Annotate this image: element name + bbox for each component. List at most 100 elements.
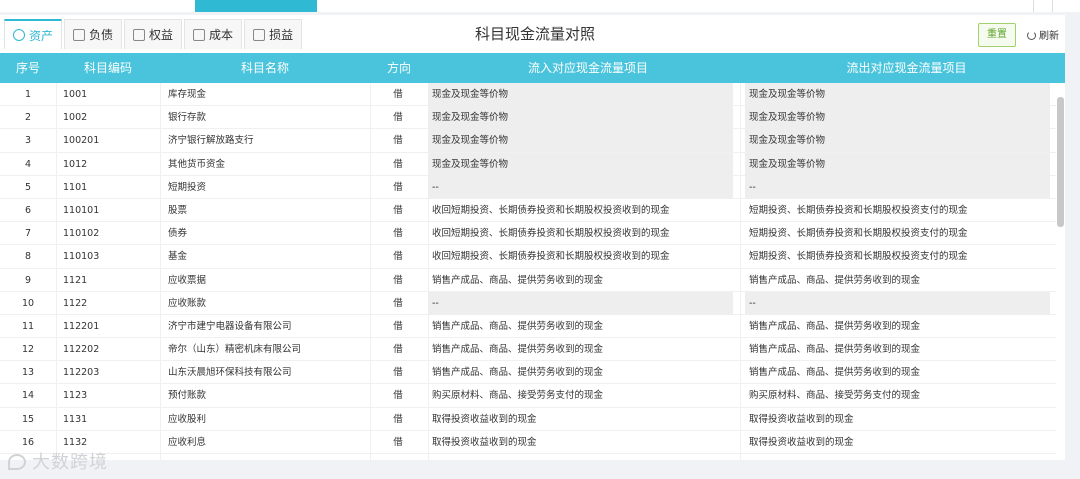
reset-button[interactable]: 重置 bbox=[978, 23, 1016, 47]
cell-outflow[interactable]: 销售产成品、商品、提供劳务收到的现金 bbox=[745, 338, 1050, 361]
vertical-scrollbar[interactable] bbox=[1057, 97, 1064, 227]
cell-inflow[interactable]: -- bbox=[428, 175, 733, 199]
cell-direction: 借 bbox=[393, 251, 403, 263]
cell-outflow[interactable]: 取得投资收益收到的现金 bbox=[745, 408, 1050, 431]
cell-name: 预付账款 bbox=[168, 390, 207, 402]
header-outflow: 流出对应现金流量项目 bbox=[846, 61, 967, 75]
watermark: 大数跨境 bbox=[8, 448, 108, 474]
cell-name: 股票 bbox=[168, 204, 188, 216]
cell-no: 14 bbox=[21, 390, 35, 402]
table-row[interactable]: 9 1121 应收票据 借 销售产成品、商品、提供劳务收到的现金 销售产成品、商品、提供劳… bbox=[0, 269, 1056, 292]
cell-inflow[interactable]: 购买原材料、商品、接受劳务支付的现金 bbox=[428, 384, 733, 407]
cell-inflow[interactable]: 销售产成品、商品、提供劳务收到的现金 bbox=[428, 269, 733, 292]
profit-icon bbox=[253, 28, 266, 41]
tab-2[interactable]: 权益 bbox=[124, 19, 183, 49]
tab-label: 资产 bbox=[29, 28, 54, 43]
cell-outflow[interactable]: 销售产成品、商品、提供劳务收到的现金 bbox=[745, 315, 1050, 338]
cell-name: 帝尔（山东）精密机床有限公司 bbox=[168, 344, 302, 356]
cell-inflow[interactable]: 收回短期投资、长期债券投资和长期股权投资收到的现金 bbox=[428, 222, 733, 245]
cell-inflow[interactable]: 现金及现金等价物 bbox=[428, 129, 733, 153]
user-icon bbox=[133, 28, 146, 41]
table-row[interactable]: 14 1123 预付账款 借 购买原材料、商品、接受劳务支付的现金 购买原材料、商品、接受… bbox=[0, 384, 1056, 408]
cell-outflow[interactable]: 取得投资收益收到的现金 bbox=[745, 431, 1050, 454]
cell-outflow[interactable]: -- bbox=[745, 175, 1050, 199]
cell-inflow[interactable]: 销售产成品、商品、提供劳务收到的现金 bbox=[428, 361, 733, 384]
tab-label: 成本 bbox=[209, 28, 234, 42]
cell-inflow[interactable]: 销售产成品、商品、提供劳务收到的现金 bbox=[428, 315, 733, 338]
cell-no: 1 bbox=[24, 89, 32, 100]
cell-outflow[interactable]: 短期投资、长期债券投资和长期股权投资支付的现金 bbox=[745, 222, 1050, 245]
cell-inflow[interactable]: 销售产成品、商品、提供劳务收到的现金 bbox=[428, 338, 733, 361]
category-tabs: 资产 负债 权益 成本 损益 bbox=[4, 19, 304, 49]
table-row[interactable]: 7 110102 债券 借 收回短期投资、长期债券投资和长期股权投资收到的现金 短期投资、… bbox=[0, 222, 1056, 246]
cell-direction: 借 bbox=[393, 413, 403, 425]
cell-code: 110101 bbox=[63, 204, 100, 216]
cell-direction: 借 bbox=[393, 390, 403, 402]
cell-code: 1131 bbox=[63, 413, 88, 425]
cell-outflow[interactable]: -- bbox=[745, 291, 1050, 315]
cell-outflow[interactable]: 销售产成品、商品、提供劳务收到的现金 bbox=[745, 361, 1050, 384]
cell-no: 4 bbox=[24, 158, 32, 170]
cell-name: 债券 bbox=[168, 228, 188, 240]
cell-outflow[interactable]: 购买原材料、商品、接受劳务支付的现金 bbox=[745, 384, 1050, 407]
header-direction: 方向 bbox=[386, 61, 411, 75]
header-no: 序号 bbox=[15, 61, 40, 75]
table-row[interactable]: 8 110103 基金 借 收回短期投资、长期债券投资和长期股权投资收到的现金 短期投资、… bbox=[0, 245, 1056, 269]
cell-code: 112202 bbox=[63, 344, 100, 356]
page-title: 科目现金流量对照 bbox=[474, 25, 595, 43]
cell-inflow[interactable]: 取得投资收益收到的现金 bbox=[428, 431, 733, 454]
cell-no: 9 bbox=[24, 274, 32, 286]
table-row[interactable]: 5 1101 短期投资 借 -- -- bbox=[0, 175, 1056, 199]
cell-outflow[interactable]: 现金及现金等价物 bbox=[745, 83, 1050, 106]
asset-icon bbox=[13, 29, 25, 41]
tab-0[interactable]: 资产 bbox=[4, 19, 63, 49]
tab-1[interactable]: 负债 bbox=[64, 19, 123, 49]
table-row[interactable]: 16 1132 应收利息借取得投资收益收到的现金 取得投资收益收到的现金 bbox=[0, 431, 1056, 454]
cell-code: 1101 bbox=[63, 181, 88, 193]
cell-inflow[interactable]: 收回短期投资、长期债券投资和长期股权投资收到的现金 bbox=[428, 245, 733, 268]
refresh-button[interactable]: 刷新 bbox=[1027, 27, 1059, 42]
table-row[interactable]: 2 1002 银行存款 借 现金及现金等价物 现金及现金等价物 bbox=[0, 106, 1056, 130]
cell-inflow[interactable]: 现金及现金等价物 bbox=[428, 106, 733, 130]
cell-outflow[interactable]: 短期投资、长期债券投资和长期股权投资支付的现金 bbox=[745, 245, 1050, 268]
cell-outflow[interactable]: 现金及现金等价物 bbox=[745, 152, 1050, 176]
top-right-control[interactable] bbox=[1033, 0, 1053, 12]
cell-no: 3 bbox=[24, 135, 32, 147]
header-code: 科目编码 bbox=[83, 61, 132, 75]
cell-outflow[interactable]: 短期投资、长期债券投资和长期股权投资支付的现金 bbox=[745, 199, 1050, 222]
tab-4[interactable]: 损益 bbox=[244, 19, 303, 49]
table-row[interactable]: 4 1012 其他货币资金 借 现金及现金等价物 现金及现金等价物 bbox=[0, 152, 1056, 176]
table-row[interactable]: 13 112203 山东沃晨旭环保科技有限公司 借 销售产成品、商品、提供劳务收到的现金… bbox=[0, 361, 1056, 385]
table-row[interactable]: 1 1001 库存现金 借 现金及现金等价物 现金及现金等价物 bbox=[0, 83, 1056, 107]
top-active-tab[interactable] bbox=[195, 0, 317, 12]
tab-3[interactable]: 成本 bbox=[184, 19, 243, 49]
cell-name: 应收利息 bbox=[168, 436, 207, 448]
table-row[interactable]: 6 110101 股票 借 收回短期投资、长期债券投资和长期股权投资收到的现金 短期投资、… bbox=[0, 199, 1056, 223]
cell-inflow[interactable]: 现金及现金等价物 bbox=[428, 152, 733, 176]
table-row[interactable]: 10 1122 应收账款 借 -- -- bbox=[0, 291, 1056, 315]
cell-inflow[interactable]: 取得投资收益收到的现金 bbox=[428, 408, 733, 431]
cell-name: 济宁市建宁电器设备有限公司 bbox=[168, 320, 292, 332]
cell-inflow[interactable]: 现金及现金等价物 bbox=[428, 83, 733, 106]
watermark-logo-icon bbox=[8, 454, 26, 470]
table-row[interactable]: 12 112202 帝尔（山东）精密机床有限公司 借 销售产成品、商品、提供劳务收到的现… bbox=[0, 338, 1056, 362]
cell-outflow[interactable]: 销售产成品、商品、提供劳务收到的现金 bbox=[745, 269, 1050, 292]
table-row[interactable]: 15 1131 应收股利 借 取得投资收益收到的现金 取得投资收益收到的现金 bbox=[0, 408, 1056, 431]
cell-inflow[interactable]: 收回短期投资、长期债券投资和长期股权投资收到的现金 bbox=[428, 199, 733, 222]
cell-direction: 借 bbox=[393, 274, 403, 286]
cell-direction: 借 bbox=[393, 158, 403, 170]
cell-outflow[interactable]: 现金及现金等价物 bbox=[745, 106, 1050, 130]
cell-code: 1123 bbox=[63, 390, 88, 402]
cell-direction: 借 bbox=[393, 320, 403, 332]
cell-name: 应收股利 bbox=[168, 413, 207, 425]
cell-code: 100201 bbox=[63, 135, 100, 147]
cell-direction: 借 bbox=[393, 89, 403, 100]
cell-inflow[interactable]: -- bbox=[428, 291, 733, 315]
cell-name: 山东沃晨旭环保科技有限公司 bbox=[168, 367, 292, 379]
cell-direction: 借 bbox=[393, 344, 403, 356]
tab-label: 负债 bbox=[89, 28, 114, 42]
table-row[interactable]: 3 100201 济宁银行解放路支行 借 现金及现金等价物 现金及现金等价物 bbox=[0, 129, 1056, 153]
table-row[interactable]: 11 112201 济宁市建宁电器设备有限公司 借 销售产成品、商品、提供劳务收到的现金… bbox=[0, 315, 1056, 339]
cell-outflow[interactable]: 现金及现金等价物 bbox=[745, 129, 1050, 153]
cell-code: 112203 bbox=[63, 367, 100, 379]
